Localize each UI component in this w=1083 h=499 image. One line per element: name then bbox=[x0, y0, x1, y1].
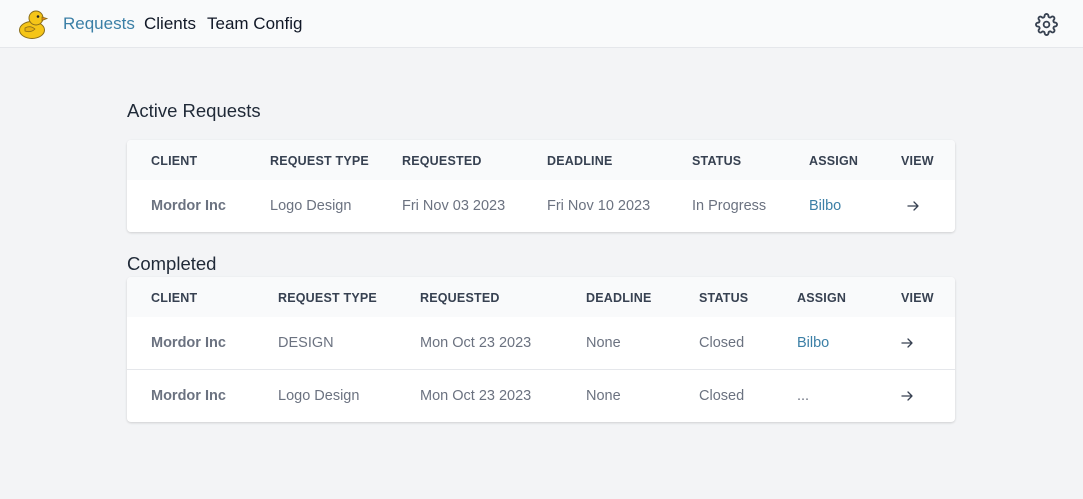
gear-icon[interactable] bbox=[1035, 13, 1058, 36]
column-header-client: CLIENT bbox=[151, 291, 198, 305]
cell-request-type: Logo Design bbox=[278, 388, 360, 404]
cell-status: Closed bbox=[699, 335, 745, 351]
cell-request-type: Logo Design bbox=[270, 198, 352, 214]
table-row: Mordor Inc DESIGN Mon Oct 23 2023 None C… bbox=[127, 317, 955, 369]
column-header-assign: ASSIGN bbox=[809, 154, 859, 168]
cell-deadline: None bbox=[586, 335, 621, 351]
active-requests-title: Active Requests bbox=[127, 100, 261, 121]
cell-client: Mordor Inc bbox=[151, 335, 226, 351]
assign-dropdown[interactable]: ... bbox=[797, 387, 809, 405]
cell-status: Closed bbox=[699, 388, 745, 404]
arrow-right-icon[interactable] bbox=[906, 199, 920, 213]
assign-link[interactable]: Bilbo bbox=[797, 334, 829, 352]
cell-client: Mordor Inc bbox=[151, 388, 226, 404]
duck-logo-icon[interactable] bbox=[17, 8, 49, 40]
completed-requests-table: CLIENT REQUEST TYPE REQUESTED DEADLINE S… bbox=[127, 277, 955, 422]
cell-requested: Fri Nov 03 2023 bbox=[402, 198, 506, 214]
assign-link[interactable]: Bilbo bbox=[809, 197, 841, 215]
column-header-request-type: REQUEST TYPE bbox=[278, 291, 377, 305]
cell-deadline: None bbox=[586, 388, 621, 404]
table-header: CLIENT REQUEST TYPE REQUESTED DEADLINE S… bbox=[127, 277, 955, 317]
column-header-assign: ASSIGN bbox=[797, 291, 847, 305]
top-navbar: Requests Clients Team Config bbox=[0, 0, 1083, 48]
completed-title: Completed bbox=[127, 253, 217, 274]
column-header-view: VIEW bbox=[901, 154, 934, 168]
table-row: Mordor Inc Logo Design Fri Nov 03 2023 F… bbox=[127, 180, 955, 232]
cell-requested: Mon Oct 23 2023 bbox=[420, 335, 532, 351]
column-header-status: STATUS bbox=[692, 154, 742, 168]
column-header-view: VIEW bbox=[901, 291, 934, 305]
column-header-requested: REQUESTED bbox=[402, 154, 482, 168]
nav-link-team-config[interactable]: Team Config bbox=[207, 14, 302, 34]
column-header-client: CLIENT bbox=[151, 154, 198, 168]
arrow-right-icon[interactable] bbox=[900, 389, 914, 403]
nav-link-requests[interactable]: Requests bbox=[63, 14, 135, 34]
column-header-status: STATUS bbox=[699, 291, 749, 305]
column-header-deadline: DEADLINE bbox=[586, 291, 652, 305]
table-header: CLIENT REQUEST TYPE REQUESTED DEADLINE S… bbox=[127, 140, 955, 180]
cell-request-type: DESIGN bbox=[278, 335, 334, 351]
cell-client: Mordor Inc bbox=[151, 198, 226, 214]
active-requests-table: CLIENT REQUEST TYPE REQUESTED DEADLINE S… bbox=[127, 140, 955, 232]
column-header-deadline: DEADLINE bbox=[547, 154, 613, 168]
cell-status: In Progress bbox=[692, 198, 767, 214]
nav-link-clients[interactable]: Clients bbox=[144, 14, 196, 34]
table-row: Mordor Inc Logo Design Mon Oct 23 2023 N… bbox=[127, 369, 955, 421]
cell-deadline: Fri Nov 10 2023 bbox=[547, 198, 651, 214]
column-header-requested: REQUESTED bbox=[420, 291, 500, 305]
arrow-right-icon[interactable] bbox=[900, 336, 914, 350]
cell-requested: Mon Oct 23 2023 bbox=[420, 388, 532, 404]
column-header-request-type: REQUEST TYPE bbox=[270, 154, 369, 168]
